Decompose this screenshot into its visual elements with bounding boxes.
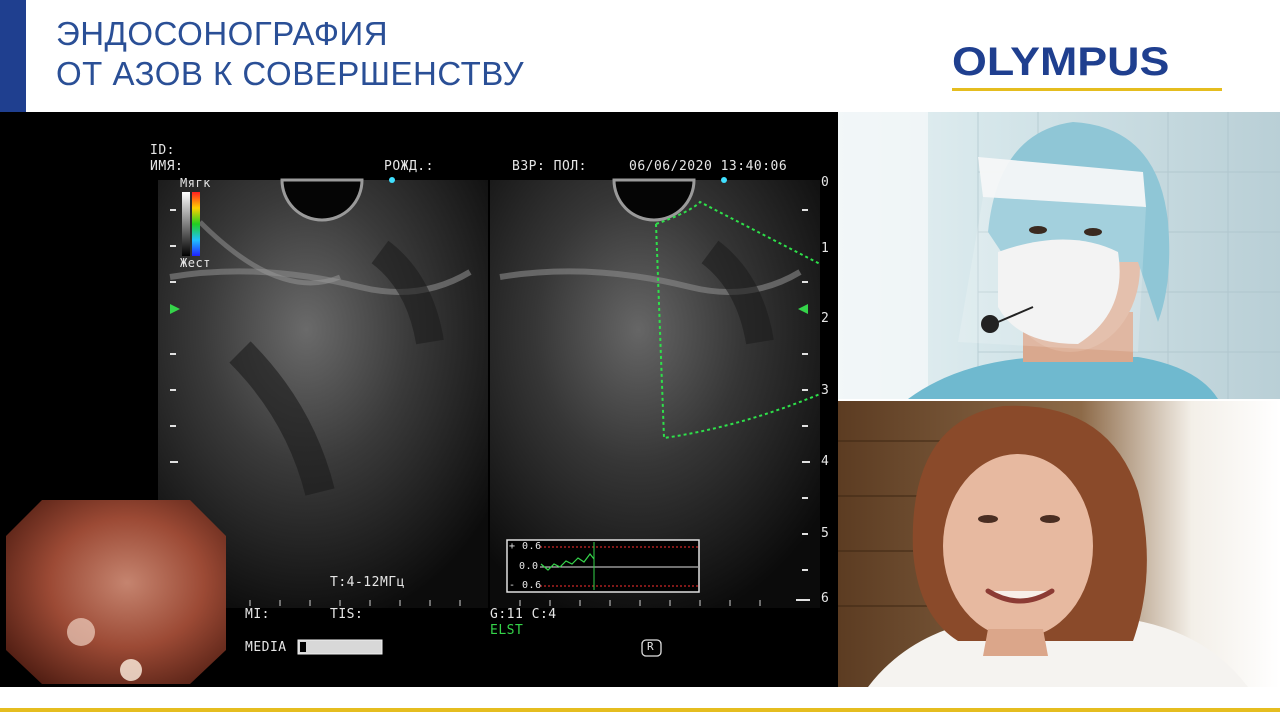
mi-label: MI: bbox=[245, 607, 270, 622]
gain-readout: G:11 C:4 bbox=[490, 607, 557, 622]
registered-mark-text: R bbox=[647, 640, 655, 653]
scale-soft-label: Мягк bbox=[180, 176, 211, 190]
endoscope-video-inset bbox=[6, 500, 226, 684]
tis-label: TIS: bbox=[330, 607, 364, 622]
graph-label-mid: 0.0 bbox=[519, 561, 539, 572]
depth-tick-5: 5 bbox=[821, 526, 830, 541]
slide-title: ЭНДОСОНОГРАФИЯ ОТ АЗОВ К СОВЕРШЕНСТВУ bbox=[56, 14, 524, 94]
olympus-logo: OLYMPUS bbox=[952, 40, 1224, 96]
slide-header: ЭНДОСОНОГРАФИЯ ОТ АЗОВ К СОВЕРШЕНСТВУ OL… bbox=[0, 0, 1280, 112]
frequency-readout: T:4-12МГц bbox=[330, 575, 405, 590]
slide-title-line-1: ЭНДОСОНОГРАФИЯ bbox=[56, 15, 389, 52]
footer-divider bbox=[0, 708, 1280, 712]
birth-date-label: РОЖД.: bbox=[384, 159, 434, 174]
graph-label-bottom: - 0.6 bbox=[509, 580, 542, 591]
patient-id-label: ID: bbox=[150, 143, 175, 158]
exam-datetime: 06/06/2020 13:40:06 bbox=[629, 159, 788, 174]
depth-tick-0: 0 bbox=[821, 175, 830, 190]
olympus-logo-text: OLYMPUS bbox=[952, 40, 1170, 84]
slide-title-line-2: ОТ АЗОВ К СОВЕРШЕНСТВУ bbox=[56, 55, 525, 92]
graph-label-top: + 0.6 bbox=[509, 541, 542, 552]
age-sex-label: ВЗР: ПОЛ: bbox=[512, 159, 587, 174]
elst-mode-label: ELST bbox=[490, 623, 524, 638]
depth-tick-1: 1 bbox=[821, 241, 830, 256]
presenter-video-feed bbox=[838, 401, 1280, 687]
focus-marker-icon bbox=[721, 177, 727, 183]
depth-tick-2: 2 bbox=[821, 311, 830, 326]
media-label: MEDIA bbox=[245, 640, 287, 655]
patient-name-label: ИМЯ: bbox=[150, 159, 184, 174]
depth-tick-6: 6 bbox=[821, 591, 830, 606]
header-accent-bar bbox=[0, 0, 26, 112]
depth-tick-3: 3 bbox=[821, 383, 830, 398]
scale-hard-label: Жест bbox=[180, 256, 211, 270]
olympus-logo-underline bbox=[952, 88, 1222, 91]
focus-marker-icon bbox=[389, 177, 395, 183]
doctor-video-feed bbox=[838, 112, 1280, 399]
media-progress-bar bbox=[297, 639, 383, 655]
depth-tick-4: 4 bbox=[821, 454, 830, 469]
elastography-color-scale-icon bbox=[182, 192, 190, 256]
